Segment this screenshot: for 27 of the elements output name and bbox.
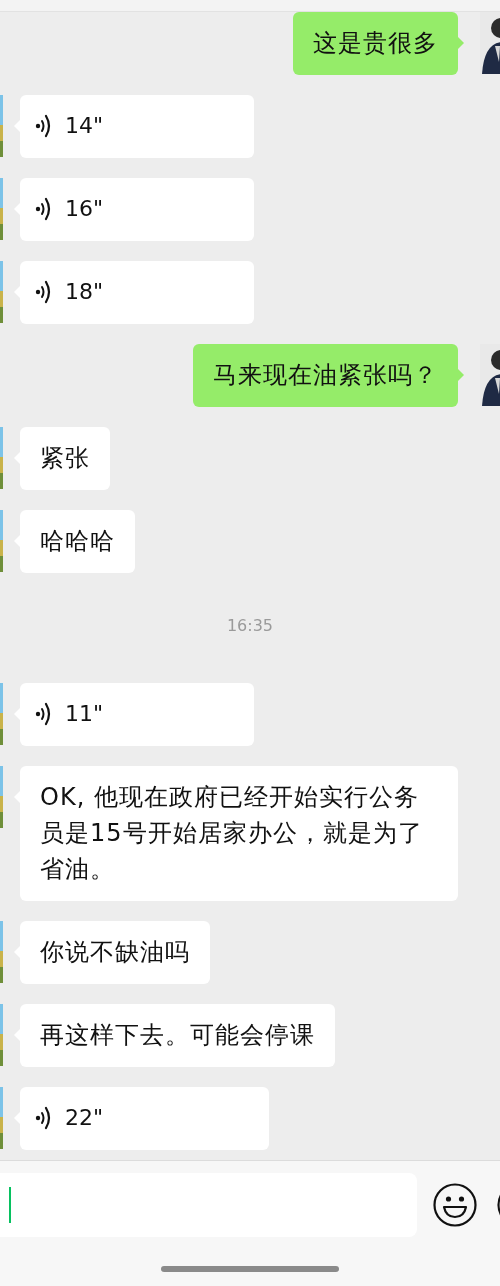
message-bubble: 哈哈哈 [20,510,135,573]
bubble-tail [458,369,464,381]
bubble-tail [458,37,464,49]
voice-duration: 16" [65,195,104,223]
voice-duration: 18" [65,278,104,306]
voice-message[interactable]: 22" [20,1087,269,1150]
message-bubble: 这是贵很多 [293,12,458,75]
message-bubble: 你说不缺油吗 [20,921,210,984]
voice-duration: 11" [65,700,104,728]
voice-icon [35,1105,53,1131]
voice-icon [35,279,53,305]
voice-icon [35,701,53,727]
emoji-icon[interactable] [432,1182,478,1228]
message-bubble: 紧张 [20,427,110,490]
message-bubble: 马来现在油紧张吗？ [193,344,458,407]
voice-message[interactable]: 11" [20,683,254,746]
message-bubble: 再这样下去。可能会停课 [20,1004,335,1067]
voice-duration: 22" [65,1104,104,1132]
message-input[interactable] [0,1173,417,1237]
voice-icon [35,196,53,222]
timestamp: 16:35 [226,615,274,637]
voice-icon [35,113,53,139]
voice-message[interactable]: 14" [20,95,254,158]
voice-duration: 14" [65,112,104,140]
voice-message[interactable]: 16" [20,178,254,241]
message-bubble: OK, 他现在政府已经开始实行公务员是15号开始居家办公，就是为了省油。 [20,766,458,901]
voice-message[interactable]: 18" [20,261,254,324]
